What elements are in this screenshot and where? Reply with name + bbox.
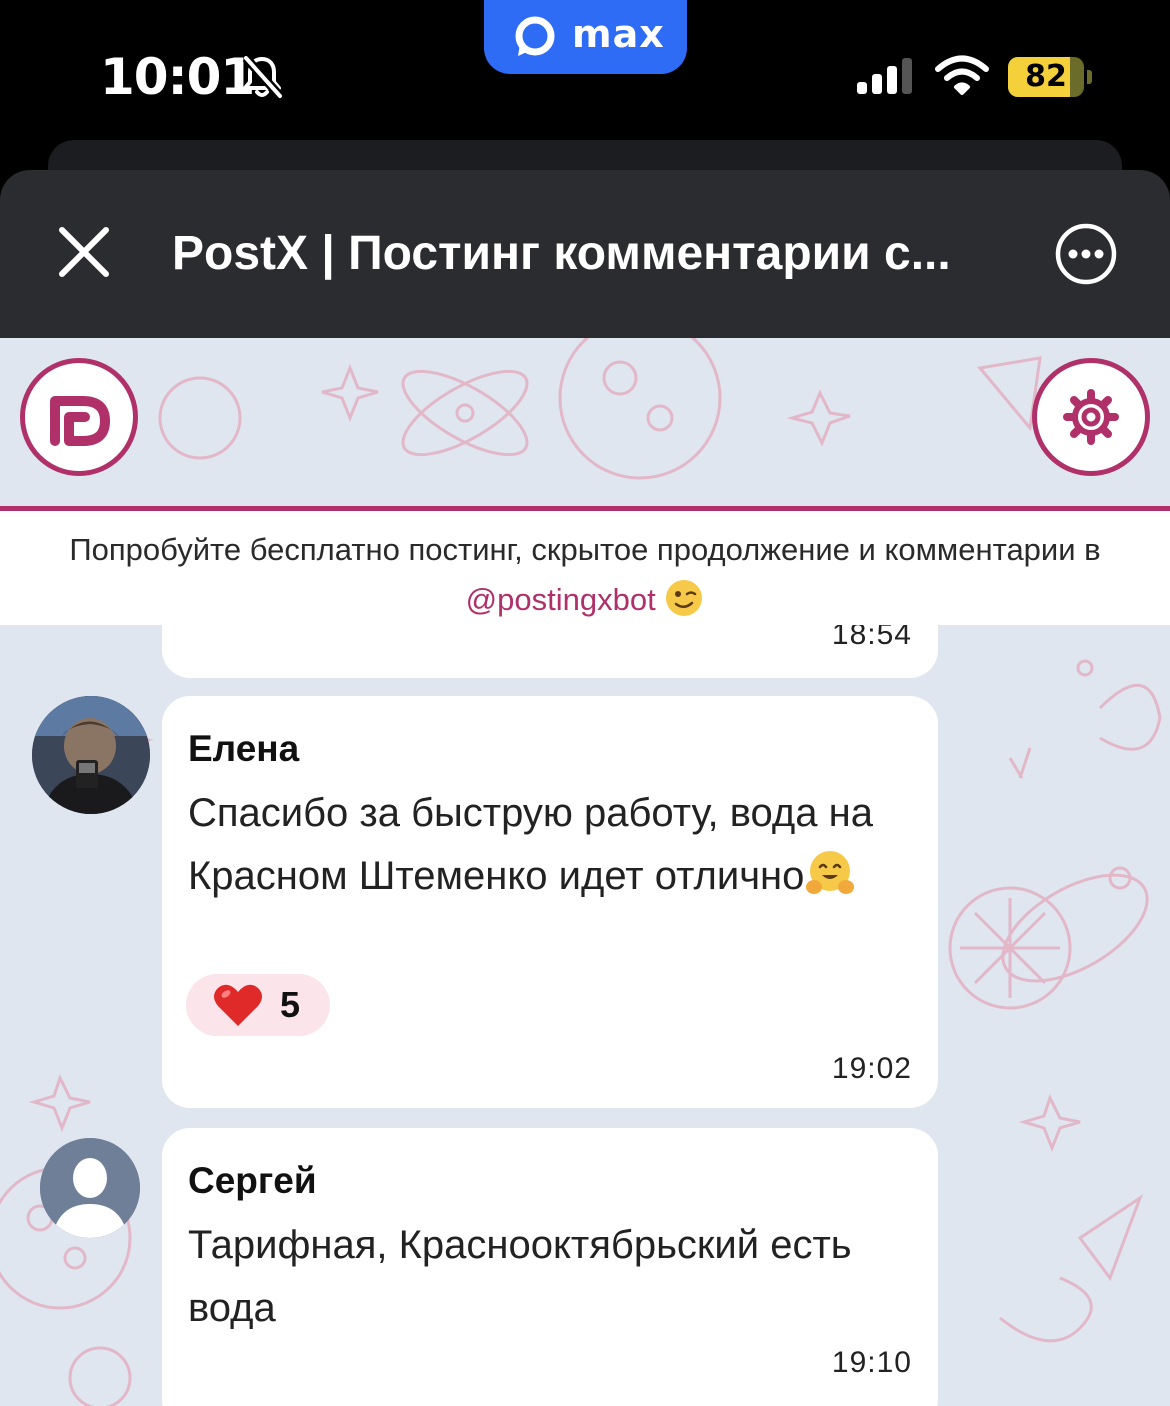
message-time: 19:02 — [831, 1052, 912, 1085]
heart-icon — [214, 984, 262, 1026]
page-title: PostX | Постинг комментарии с... — [172, 227, 951, 280]
message-text: Тарифная, Краснооктябрьский есть вода — [188, 1223, 852, 1330]
heart-reaction-button[interactable]: 5 — [186, 974, 330, 1036]
status-time: 10:01 — [100, 48, 255, 106]
postx-logo-button[interactable] — [20, 358, 138, 476]
wink-emoji-icon — [666, 580, 703, 616]
battery-indicator: 82 — [1008, 57, 1092, 97]
postx-logo-icon — [50, 396, 110, 446]
settings-button[interactable] — [1032, 358, 1150, 476]
battery-level: 82 — [1025, 59, 1067, 94]
bot-link[interactable]: @postingxbot — [466, 582, 656, 617]
hugging-emoji-icon — [806, 851, 855, 894]
message-bubble[interactable]: Елена Спасибо за быструю работу, вода на… — [162, 696, 938, 1108]
chat-area[interactable]: 18:54 Попробуйте бесплатно постинг, скры… — [0, 338, 1170, 1406]
more-icon[interactable] — [1054, 222, 1118, 286]
message-bubble[interactable]: Сергей Тарифная, Краснооктябрьский есть … — [162, 1128, 938, 1406]
max-app-badge[interactable]: max — [484, 0, 687, 74]
message-author[interactable]: Сергей — [188, 1160, 317, 1202]
status-bar: 10:01 max 82 — [0, 0, 1170, 140]
message-time: 19:10 — [831, 1346, 912, 1379]
avatar[interactable] — [40, 1138, 140, 1238]
message-text: Спасибо за быструю работу, вода на Красн… — [188, 782, 928, 908]
message-author[interactable]: Елена — [188, 728, 299, 770]
close-icon[interactable] — [52, 220, 116, 284]
wifi-icon — [935, 55, 989, 95]
max-app-label: max — [572, 12, 665, 56]
bell-slash-icon — [242, 54, 284, 100]
user-photo — [32, 696, 150, 814]
gear-icon — [1063, 389, 1119, 445]
message-body: Спасибо за быструю работу, вода на Красн… — [188, 791, 873, 898]
webapp-header: PostX | Постинг комментарии с... — [0, 170, 1170, 338]
reaction-count: 5 — [280, 984, 301, 1025]
promo-text: Попробуйте бесплатно постинг, скрытое пр… — [69, 532, 1101, 567]
promo-banner: Попробуйте бесплатно постинг, скрытое пр… — [0, 511, 1170, 625]
default-avatar-icon — [40, 1138, 140, 1238]
avatar[interactable] — [32, 696, 150, 814]
signal-icon — [857, 58, 912, 94]
max-logo-icon — [515, 16, 555, 56]
bot-top-bar — [0, 338, 1170, 511]
